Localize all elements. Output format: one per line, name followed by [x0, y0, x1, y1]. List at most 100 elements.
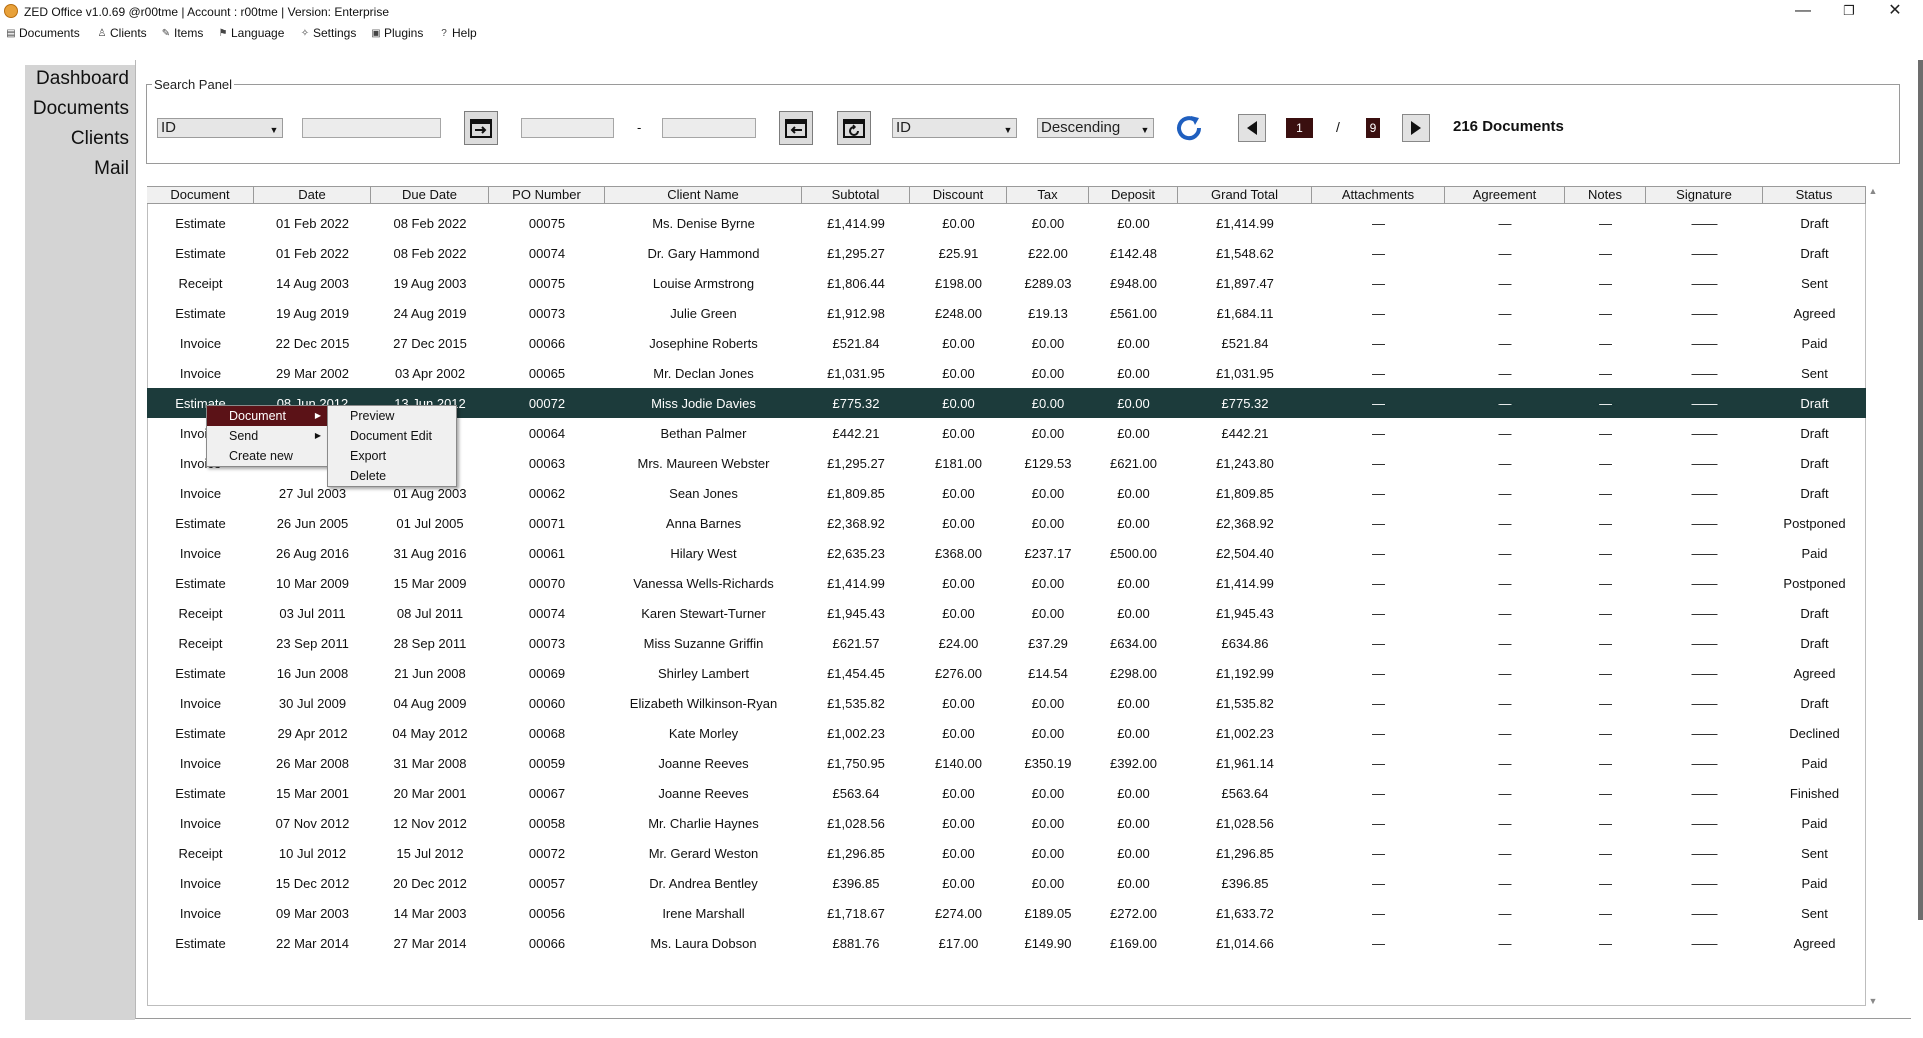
- context-menu-send[interactable]: Send ▶: [207, 426, 327, 446]
- table-row[interactable]: Receipt 23 Sep 2011 28 Sep 2011 00073 Miss S…: [147, 628, 1866, 658]
- cell-client-name: Miss Jodie Davies: [651, 395, 756, 411]
- person-icon: ♙: [97, 27, 107, 39]
- cell-attachments: —: [1372, 335, 1385, 351]
- cell-grand-total: £1,243.80: [1216, 455, 1274, 471]
- sort-order-select[interactable]: Descending ▼: [1037, 118, 1154, 138]
- cell-grand-total: £521.84: [1221, 335, 1269, 351]
- cell-document: Estimate: [175, 305, 226, 321]
- refresh-button[interactable]: [1172, 110, 1206, 144]
- column-header-client-name[interactable]: Client Name: [605, 186, 802, 204]
- submenu-document-edit[interactable]: Document Edit: [328, 426, 456, 446]
- cell-subtotal: £1,535.82: [827, 695, 885, 711]
- submenu-export[interactable]: Export: [328, 446, 456, 466]
- search-input[interactable]: [302, 118, 441, 138]
- next-page-button[interactable]: [1402, 114, 1430, 142]
- table-scrollbar[interactable]: ▲ ▼: [1866, 186, 1880, 1006]
- table-row[interactable]: Estimate 01 Feb 2022 08 Feb 2022 00074 Dr. G…: [147, 238, 1866, 268]
- table-row[interactable]: Invoice 09 Mar 2003 14 Mar 2003 00056 Irene …: [147, 898, 1866, 928]
- column-header-agreement[interactable]: Agreement: [1445, 186, 1565, 204]
- table-row[interactable]: Estimate 10 Mar 2009 15 Mar 2009 00070 Vanes…: [147, 568, 1866, 598]
- submenu-preview[interactable]: Preview: [328, 406, 456, 426]
- cell-signature: ——: [1691, 515, 1718, 531]
- sidebar-item-clients[interactable]: Clients: [71, 128, 129, 150]
- table-row[interactable]: Receipt 03 Jul 2011 08 Jul 2011 00074 Karen …: [147, 598, 1866, 628]
- table-row[interactable]: Estimate 16 Jun 2008 21 Jun 2008 00069 Shirl…: [147, 658, 1866, 688]
- cell-signature: ——: [1691, 395, 1718, 411]
- previous-page-button[interactable]: [1238, 114, 1266, 142]
- menu-plugins[interactable]: ▣ Plugins: [371, 26, 423, 40]
- context-menu-create-new[interactable]: Create new: [207, 446, 327, 466]
- table-row[interactable]: Estimate 15 Mar 2001 20 Mar 2001 00067 Joann…: [147, 778, 1866, 808]
- table-row[interactable]: Estimate 26 Jun 2005 01 Jul 2005 00071 Anna …: [147, 508, 1866, 538]
- table-row[interactable]: Receipt 14 Aug 2003 19 Aug 2003 00075 Louise…: [147, 268, 1866, 298]
- sidebar-item-mail[interactable]: Mail: [94, 158, 129, 180]
- sidebar-item-dashboard[interactable]: Dashboard: [36, 68, 129, 90]
- table-row[interactable]: Invoice 26 Aug 2016 31 Aug 2016 00061 Hilary…: [147, 538, 1866, 568]
- column-header-date[interactable]: Date: [254, 186, 371, 204]
- cell-discount: £0.00: [942, 845, 975, 861]
- table-row[interactable]: Invoice 29 Mar 2002 03 Apr 2002 00065 Mr. De…: [147, 358, 1866, 388]
- table-row[interactable]: Estimate 22 Mar 2014 27 Mar 2014 00066 Ms. L…: [147, 928, 1866, 958]
- column-header-attachments[interactable]: Attachments: [1312, 186, 1445, 204]
- current-page-field[interactable]: 1: [1286, 118, 1313, 138]
- date-to-field[interactable]: [662, 118, 756, 138]
- menu-settings[interactable]: ✧ Settings: [300, 26, 357, 40]
- cell-agreement: —: [1498, 335, 1512, 351]
- scroll-up-icon[interactable]: ▲: [1866, 186, 1880, 196]
- table-row[interactable]: Invoice 15 Dec 2012 20 Dec 2012 00057 Dr. An…: [147, 868, 1866, 898]
- column-header-notes[interactable]: Notes: [1565, 186, 1646, 204]
- cell-status: Paid: [1801, 875, 1828, 891]
- cell-subtotal: £1,454.45: [827, 665, 885, 681]
- table-row[interactable]: Invoice 26 Mar 2008 31 Mar 2008 00059 Joanne…: [147, 748, 1866, 778]
- menu-help[interactable]: ? Help: [439, 26, 476, 40]
- sidebar-item-documents[interactable]: Documents: [33, 98, 129, 120]
- context-menu-document[interactable]: Document ▶: [207, 406, 327, 426]
- sort-field-select[interactable]: ID ▼: [892, 118, 1017, 138]
- cell-client-name: Ms. Denise Byrne: [652, 215, 755, 231]
- cell-notes: —: [1599, 365, 1612, 381]
- column-header-subtotal[interactable]: Subtotal: [802, 186, 910, 204]
- cell-notes: —: [1599, 905, 1612, 921]
- column-header-po-number[interactable]: PO Number: [489, 186, 605, 204]
- table-row[interactable]: Receipt 10 Jul 2012 15 Jul 2012 00072 Mr. Ge…: [147, 838, 1866, 868]
- column-header-deposit[interactable]: Deposit: [1089, 186, 1178, 204]
- search-date-button[interactable]: [464, 111, 498, 145]
- table-row[interactable]: Estimate 29 Apr 2012 04 May 2012 00068 Kate …: [147, 718, 1866, 748]
- scroll-down-icon[interactable]: ▼: [1866, 996, 1880, 1006]
- column-header-discount[interactable]: Discount: [910, 186, 1007, 204]
- column-header-grand-total[interactable]: Grand Total: [1178, 186, 1312, 204]
- window-scrollbar[interactable]: [1918, 60, 1923, 920]
- table-row[interactable]: Invoice 22 Dec 2015 27 Dec 2015 00066 Joseph…: [147, 328, 1866, 358]
- cell-client-name: Louise Armstrong: [652, 275, 755, 291]
- minimize-button[interactable]: —: [1780, 0, 1826, 24]
- column-header-status[interactable]: Status: [1763, 186, 1866, 204]
- table-row[interactable]: Estimate 01 Feb 2022 08 Feb 2022 00075 Ms. D…: [147, 208, 1866, 238]
- filter-field-select[interactable]: ID ▼: [157, 118, 283, 138]
- menu-language[interactable]: ⚑ Language: [218, 26, 285, 40]
- cell-status: Postponed: [1783, 575, 1846, 591]
- menu-items[interactable]: ✎ Items: [161, 26, 204, 40]
- column-header-tax[interactable]: Tax: [1007, 186, 1089, 204]
- close-button[interactable]: ✕: [1872, 0, 1918, 24]
- date-range-button[interactable]: [779, 111, 813, 145]
- cell-subtotal: £442.21: [832, 425, 880, 441]
- submenu-delete[interactable]: Delete: [328, 466, 456, 486]
- cell-po-number: 00063: [528, 455, 566, 471]
- reset-dates-button[interactable]: [837, 111, 871, 145]
- column-header-document[interactable]: Document: [147, 186, 254, 204]
- cell-subtotal: £1,028.56: [827, 815, 885, 831]
- table-row[interactable]: Invoice 30 Jul 2009 04 Aug 2009 00060 Elizab…: [147, 688, 1866, 718]
- date-from-field[interactable]: [521, 118, 614, 138]
- cell-tax: £0.00: [1031, 395, 1065, 411]
- cell-attachments: —: [1372, 365, 1385, 381]
- table-row[interactable]: Estimate 19 Aug 2019 24 Aug 2019 00073 Julie…: [147, 298, 1866, 328]
- cell-discount: £0.00: [942, 395, 975, 411]
- menu-documents[interactable]: ▤ Documents: [6, 26, 79, 40]
- column-header-due-date[interactable]: Due Date: [371, 186, 489, 204]
- cell-discount: £0.00: [942, 815, 975, 831]
- table-row[interactable]: Invoice 07 Nov 2012 12 Nov 2012 00058 Mr. Ch…: [147, 808, 1866, 838]
- cell-date: 15 Dec 2012: [275, 875, 350, 891]
- menu-clients[interactable]: ♙ Clients: [97, 26, 147, 40]
- column-header-signature[interactable]: Signature: [1646, 186, 1763, 204]
- restore-button[interactable]: ❐: [1826, 0, 1872, 24]
